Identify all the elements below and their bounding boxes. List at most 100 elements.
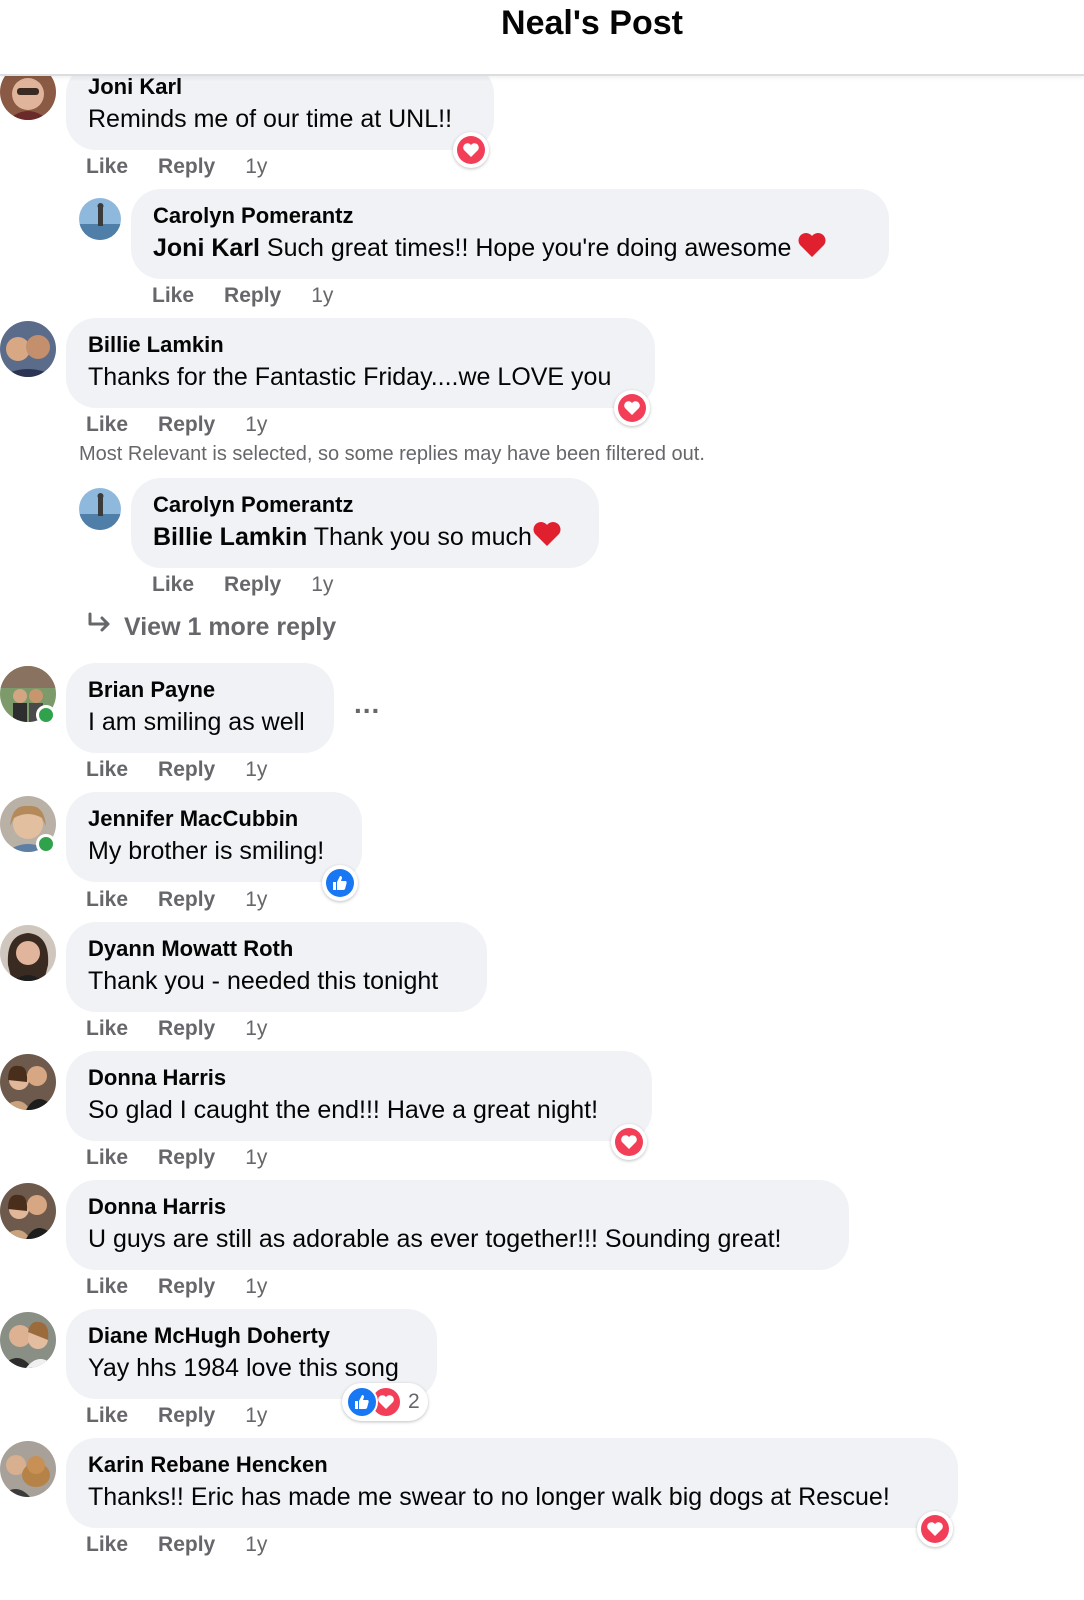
avatar[interactable]	[0, 321, 56, 377]
comment-bubble: Dyann Mowatt Roth Thank you - needed thi…	[66, 922, 487, 1012]
view-more-label: View 1 more reply	[124, 613, 337, 641]
comment-bubble: Carolyn Pomerantz Billie Lamkin Thank yo…	[131, 478, 599, 568]
comment-author[interactable]: Diane McHugh Doherty	[88, 1321, 415, 1351]
more-options-button[interactable]: ...	[354, 688, 380, 720]
timestamp[interactable]: 1y	[245, 885, 267, 915]
comment-text: Thank you - needed this tonight	[88, 967, 439, 995]
love-reaction[interactable]	[614, 390, 650, 426]
avatar[interactable]	[0, 1312, 56, 1368]
comment-actions: Like Reply 1y	[86, 885, 267, 915]
reaction-count: 2	[408, 1390, 420, 1413]
comment-actions: Like Reply 1y	[86, 152, 267, 182]
timestamp[interactable]: 1y	[245, 410, 267, 440]
like-button[interactable]: Like	[86, 1143, 128, 1173]
comment-text: So glad I caught the end!!! Have a great…	[88, 1096, 599, 1124]
reply-button[interactable]: Reply	[158, 1530, 215, 1560]
timestamp[interactable]: 1y	[311, 570, 333, 600]
like-button[interactable]: Like	[86, 755, 128, 785]
comment-bubble: Brian Payne I am smiling as well	[66, 663, 334, 753]
timestamp[interactable]: 1y	[311, 281, 333, 311]
avatar[interactable]	[0, 925, 56, 981]
like-button[interactable]: Like	[86, 1014, 128, 1044]
comment-actions: Like Reply 1y	[86, 410, 267, 440]
reply-button[interactable]: Reply	[158, 1014, 215, 1044]
comment-author[interactable]: Brian Payne	[88, 675, 312, 705]
timestamp[interactable]: 1y	[245, 152, 267, 182]
reply-button[interactable]: Reply	[224, 281, 281, 311]
timestamp[interactable]: 1y	[245, 1530, 267, 1560]
view-more-replies[interactable]: View 1 more reply	[86, 612, 336, 643]
timestamp[interactable]: 1y	[245, 1143, 267, 1173]
reply-button[interactable]: Reply	[224, 570, 281, 600]
love-reaction[interactable]	[453, 132, 489, 168]
avatar[interactable]	[79, 488, 121, 530]
reply-button[interactable]: Reply	[158, 1143, 215, 1173]
love-reaction[interactable]	[917, 1511, 953, 1547]
comment-author[interactable]: Dyann Mowatt Roth	[88, 934, 465, 964]
mention-link[interactable]: Joni Karl	[153, 234, 260, 262]
post-header: Neal's Post	[0, 0, 1084, 76]
timestamp[interactable]: 1y	[245, 1401, 267, 1431]
comment-bubble: Donna Harris U guys are still as adorabl…	[66, 1180, 849, 1270]
avatar[interactable]	[79, 198, 121, 240]
like-button[interactable]: Like	[86, 1530, 128, 1560]
like-button[interactable]: Like	[86, 152, 128, 182]
comment-actions: Like Reply 1y	[86, 1401, 267, 1431]
reply-button[interactable]: Reply	[158, 885, 215, 915]
timestamp[interactable]: 1y	[245, 755, 267, 785]
comment-actions: Like Reply 1y	[86, 1272, 267, 1302]
red-heart-icon	[532, 521, 562, 556]
reply-button[interactable]: Reply	[158, 1401, 215, 1431]
comment-text: Reminds me of our time at UNL!!	[88, 105, 453, 133]
reply-button[interactable]: Reply	[158, 152, 215, 182]
comment-actions: Like Reply 1y	[86, 755, 267, 785]
comment-bubble: Billie Lamkin Thanks for the Fantastic F…	[66, 318, 655, 408]
like-button[interactable]: Like	[86, 1272, 128, 1302]
comment-actions: Like Reply 1y	[152, 570, 333, 600]
reaction-summary[interactable]: 2	[342, 1383, 428, 1421]
comment-author[interactable]: Billie Lamkin	[88, 330, 633, 360]
page-title: Neal's Post	[501, 4, 683, 42]
like-button[interactable]: Like	[152, 570, 194, 600]
thumbs-up-icon	[326, 869, 354, 897]
timestamp[interactable]: 1y	[245, 1272, 267, 1302]
heart-icon	[921, 1515, 949, 1543]
reply-button[interactable]: Reply	[158, 1272, 215, 1302]
comment-author[interactable]: Donna Harris	[88, 1192, 827, 1222]
reply-button[interactable]: Reply	[158, 755, 215, 785]
like-button[interactable]: Like	[86, 410, 128, 440]
timestamp[interactable]: 1y	[245, 1014, 267, 1044]
like-button[interactable]: Like	[86, 885, 128, 915]
red-heart-icon	[797, 232, 827, 267]
heart-icon	[618, 394, 646, 422]
comment-actions: Like Reply 1y	[86, 1530, 267, 1560]
like-button[interactable]: Like	[86, 1401, 128, 1431]
comment-bubble: Jennifer MacCubbin My brother is smiling…	[66, 792, 362, 882]
comment-author[interactable]: Karin Rebane Hencken	[88, 1450, 936, 1480]
comment-actions: Like Reply 1y	[86, 1014, 267, 1044]
comment-text: Joni Karl Such great times!! Hope you're…	[153, 231, 867, 267]
online-status-icon	[36, 834, 56, 854]
comment-author[interactable]: Donna Harris	[88, 1063, 630, 1093]
love-reaction[interactable]	[611, 1124, 647, 1160]
like-button[interactable]: Like	[152, 281, 194, 311]
avatar[interactable]	[0, 1054, 56, 1110]
heart-icon	[457, 136, 485, 164]
like-reaction[interactable]	[322, 865, 358, 901]
comment-author[interactable]: Jennifer MacCubbin	[88, 804, 340, 834]
avatar[interactable]	[0, 1183, 56, 1239]
avatar[interactable]	[0, 1441, 56, 1497]
comment-bubble: Karin Rebane Hencken Thanks!! Eric has m…	[66, 1438, 958, 1528]
online-status-icon	[36, 705, 56, 725]
mention-link[interactable]: Billie Lamkin	[153, 523, 307, 551]
comment-text: Yay hhs 1984 love this song	[88, 1354, 399, 1382]
reply-arrow-icon	[86, 612, 114, 643]
comment-author[interactable]: Carolyn Pomerantz	[153, 490, 577, 520]
comment-text: My brother is smiling!	[88, 837, 325, 865]
comment-text: I am smiling as well	[88, 708, 305, 736]
comment-author[interactable]: Joni Karl	[88, 72, 472, 102]
comment-bubble: Donna Harris So glad I caught the end!!!…	[66, 1051, 652, 1141]
comment-text: Thanks!! Eric has made me swear to no lo…	[88, 1483, 890, 1511]
reply-button[interactable]: Reply	[158, 410, 215, 440]
comment-author[interactable]: Carolyn Pomerantz	[153, 201, 867, 231]
